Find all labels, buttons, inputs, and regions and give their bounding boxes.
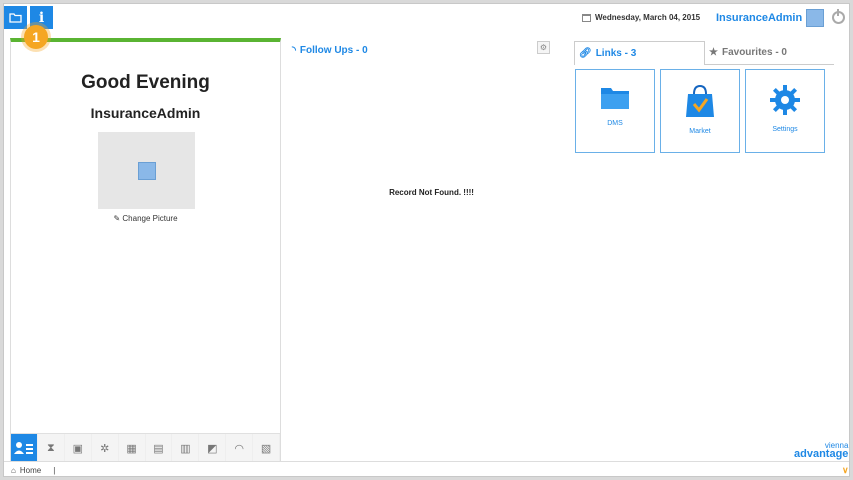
- tile-settings[interactable]: Settings: [745, 69, 825, 153]
- widget-tab-bar: ⧗ ▣ ✲ ▦ ▤ ▥ ◩ ◠ ▧: [11, 433, 281, 462]
- vienna-advantage-logo: vienna advantage: [794, 441, 849, 460]
- followups-settings-button[interactable]: ⚙: [537, 41, 550, 54]
- followups-header[interactable]: ◝ Follow Ups - 0: [292, 45, 368, 56]
- user-card-icon: [13, 442, 33, 454]
- profile-panel: Good Evening InsuranceAdmin ✎ Change Pic…: [10, 38, 281, 462]
- tab-links-label: Links - 3: [595, 48, 637, 59]
- greeting-text: Good Evening: [81, 72, 210, 93]
- tile-market[interactable]: Market: [660, 69, 740, 153]
- notes-icon: ▤: [153, 442, 164, 455]
- shopping-bag-icon: [686, 84, 714, 117]
- date-text: Wednesday, March 04, 2015: [595, 13, 701, 22]
- document-icon: ▥: [180, 442, 191, 455]
- rss-icon: ◝: [292, 45, 296, 56]
- hourglass-icon: ⧗: [46, 441, 55, 454]
- links-tabs: 🔗︎ Links - 3 ★ Favourites - 0: [574, 41, 834, 65]
- calendar-icon: ▦: [126, 442, 137, 455]
- change-picture-label: Change Picture: [122, 214, 178, 223]
- report-icon: ▧: [260, 442, 272, 455]
- user-placeholder-icon: [137, 161, 156, 180]
- app-window: i 1 Wednesday, March 04, 2015 InsuranceA…: [3, 3, 850, 477]
- tile-market-label: Market: [689, 128, 711, 135]
- gear-icon: ⚙: [539, 43, 548, 52]
- pencil-icon: ✎: [113, 214, 121, 223]
- tab-gauge[interactable]: ◠: [226, 434, 254, 462]
- tile-settings-label: Settings: [772, 126, 798, 133]
- user-menu-name[interactable]: InsuranceAdmin: [716, 12, 802, 24]
- tab-calendar[interactable]: ▦: [118, 434, 146, 462]
- home-link[interactable]: Home: [20, 466, 41, 475]
- profile-username: InsuranceAdmin: [90, 105, 201, 121]
- profile-picture: [98, 132, 195, 209]
- bug-icon: ✲: [100, 442, 110, 455]
- tab-document[interactable]: ▥: [172, 434, 200, 462]
- star-icon: ★: [709, 47, 718, 58]
- tab-favourites[interactable]: ★ Favourites - 0: [705, 41, 834, 65]
- avatar[interactable]: [806, 9, 824, 27]
- folder-button[interactable]: [4, 6, 27, 29]
- calendar-icon: [582, 13, 591, 22]
- tab-report[interactable]: ▧: [253, 434, 281, 462]
- tab-edit[interactable]: ◩: [199, 434, 227, 462]
- tab-favourites-label: Favourites - 0: [721, 47, 787, 58]
- tab-clipboard[interactable]: ▣: [64, 434, 92, 462]
- status-separator: |: [53, 465, 56, 475]
- chevron-down-icon[interactable]: ∨: [842, 465, 849, 476]
- tile-dms-label: DMS: [607, 120, 623, 127]
- tab-links[interactable]: 🔗︎ Links - 3: [574, 41, 705, 65]
- tab-hourglass[interactable]: ⧗: [37, 434, 65, 462]
- tab-bug[interactable]: ✲: [91, 434, 119, 462]
- step-badge: 1: [24, 25, 48, 49]
- tab-user-card[interactable]: [11, 434, 38, 462]
- date-display: Wednesday, March 04, 2015: [582, 13, 700, 22]
- tile-dms[interactable]: DMS: [575, 69, 655, 153]
- link-tiles: DMS Market Settings: [575, 69, 825, 153]
- home-icon: ⌂: [11, 465, 16, 475]
- change-picture-link[interactable]: ✎ Change Picture: [11, 214, 280, 223]
- top-bar: i 1 Wednesday, March 04, 2015 InsuranceA…: [4, 4, 849, 49]
- status-bar: ⌂ Home |: [4, 461, 849, 476]
- edit-icon: ◩: [207, 442, 218, 455]
- logo-line2: advantage: [794, 448, 849, 460]
- folder-icon: [9, 13, 22, 23]
- gear-icon: [770, 85, 800, 115]
- gauge-icon: ◠: [234, 442, 244, 455]
- tab-notes[interactable]: ▤: [145, 434, 173, 462]
- folder-icon: [601, 88, 629, 109]
- clipboard-icon: ▣: [72, 442, 83, 455]
- logout-power-icon[interactable]: [832, 9, 845, 24]
- followups-label: Follow Ups - 0: [299, 45, 368, 56]
- link-icon: 🔗︎: [579, 48, 592, 59]
- empty-message: Record Not Found. !!!!: [389, 188, 474, 197]
